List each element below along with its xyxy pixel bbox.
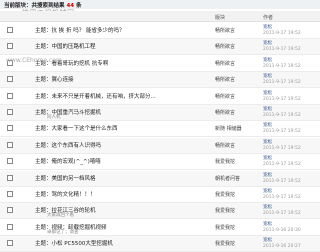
thread-subject-link[interactable]: 主题：中国重汽马斗挖掘机 bbox=[35, 108, 101, 116]
row-checkbox[interactable] bbox=[7, 174, 13, 181]
watermark-url: www.CEhome.com bbox=[6, 57, 62, 64]
column-forum-header: 版块 bbox=[215, 15, 226, 21]
forum-link[interactable]: 畅所欲言 bbox=[215, 60, 235, 67]
thread-subject-link[interactable]: 主题：这个东西有人识得吗 bbox=[35, 141, 101, 149]
thread-subject-link[interactable]: 主题：中国的压路机工程 bbox=[35, 42, 96, 50]
row-checkbox[interactable] bbox=[7, 191, 13, 197]
table-row[interactable]: 主题：大家看一下这个是什么东西 新随 相储器 宽松 2011-9-17 19:52 bbox=[0, 121, 320, 138]
table-header: 版块 作者 bbox=[0, 11, 320, 22]
forum-link[interactable]: 畅所欲言 bbox=[215, 109, 235, 116]
author-link[interactable]: 宽松 bbox=[263, 90, 272, 96]
author-link[interactable]: 宽松 bbox=[263, 221, 272, 227]
row-checkbox[interactable] bbox=[7, 158, 13, 165]
forum-link[interactable]: 我爱我挖 bbox=[215, 224, 235, 231]
post-time: 2011-9-17 19:52 bbox=[263, 113, 301, 118]
author-link[interactable]: 宽松 bbox=[263, 122, 272, 128]
post-time: 2011-9-17 19:52 bbox=[263, 129, 301, 135]
thread-subtitle: 同人机 bbox=[47, 115, 61, 120]
row-checkbox[interactable] bbox=[7, 76, 13, 83]
thread-subtitle: 卓都记了；调查 bbox=[47, 229, 79, 235]
forum-link[interactable]: 畅所欲言 bbox=[215, 142, 235, 149]
forum-link[interactable]: 我爱我挖 bbox=[215, 191, 235, 198]
row-checkbox[interactable] bbox=[7, 223, 13, 230]
thread-subject-link[interactable]: 主题：小松 PC5500大型挖掘机 bbox=[35, 239, 113, 247]
table-row[interactable]: 主题：翼心连接 畅所欲言 宽松 2011-9-17 19:52 bbox=[0, 72, 320, 89]
table-row[interactable]: 主题：拉花江三谷的轮机 大家再回个看 我爱我挖 宽松 2011-9-17 19:52 bbox=[0, 203, 320, 220]
post-time: 2011-9-17 19:52 bbox=[263, 211, 301, 217]
table-row[interactable]: 主题：俺的宏观(^_^)嘻嘻 我爱我挖 宽松 2011-9-17 19:52 bbox=[0, 154, 320, 171]
post-time: 2011-9-17 19:52 bbox=[263, 178, 301, 184]
row-checkbox[interactable] bbox=[7, 43, 13, 50]
table-row[interactable]: 主题：视频：卸载挖掘机视频 卓都记了；调查 我爱我挖 宽松 2011-9-16 20:3… bbox=[0, 220, 320, 236]
author-link[interactable]: 宽松 bbox=[263, 106, 272, 112]
table-row[interactable]: 主题：中国的压路机工程 畅所欲言 宽松 2011-9-17 19:52 bbox=[0, 39, 320, 56]
author-link[interactable]: 宽松 bbox=[263, 188, 272, 194]
author-link[interactable]: 宽松 bbox=[263, 155, 272, 161]
thread-subject-link[interactable]: 主题：大家看一下这个是什么东西 bbox=[35, 124, 118, 132]
author-link[interactable]: 宽松 bbox=[263, 40, 272, 46]
table-row[interactable]: 主题：这个东西有人识得吗 畅所欲言 宽松 2011-9-17 19:52 bbox=[0, 137, 320, 154]
forum-link[interactable]: 我爱我挖 bbox=[215, 240, 235, 247]
row-checkbox[interactable] bbox=[7, 92, 13, 99]
forum-link[interactable]: 我爱我挖 bbox=[215, 158, 235, 165]
forum-link[interactable]: 新随 相储器 bbox=[215, 125, 242, 132]
post-time: 2011-9-17 19:52 bbox=[263, 47, 301, 53]
forum-link[interactable]: 我爱我挖 bbox=[215, 207, 235, 214]
post-time: 2011-9-16 20:30 bbox=[263, 227, 301, 233]
thread-subject-link[interactable]: 主题：抗 挨 折 吗？ 能省多少的吗？ bbox=[35, 26, 125, 34]
table-row[interactable]: 主题：小松 PC5500大型挖掘机 我爱我挖 宽松 2011-9-16 20:27 bbox=[0, 236, 320, 252]
row-checkbox[interactable] bbox=[7, 240, 13, 247]
post-time: 2011-9-17 19:52 bbox=[263, 96, 301, 102]
post-time: 2011-9-17 19:52 bbox=[263, 145, 301, 151]
author-link[interactable]: 宽松 bbox=[263, 139, 272, 145]
row-checkbox[interactable] bbox=[7, 125, 13, 132]
author-link[interactable]: 宽松 bbox=[263, 24, 272, 30]
author-link[interactable]: 宽松 bbox=[263, 73, 272, 79]
forum-link[interactable]: 朝机者问答 bbox=[215, 175, 240, 182]
post-time: 2011-9-17 19:52 bbox=[263, 80, 301, 86]
row-checkbox[interactable] bbox=[7, 109, 13, 115]
thread-subject-link[interactable]: 主题：未来不只是开着机械，还有咱，挤大部分... bbox=[35, 92, 156, 100]
thread-subject-link[interactable]: 主题：美国的另一档风格 bbox=[35, 174, 96, 182]
post-time: 2011-9-17 19:52 bbox=[263, 31, 301, 36]
post-time: 2011-9-17 19:52 bbox=[263, 63, 301, 69]
thread-subject-link[interactable]: 主题：俺的宏观(^_^)嘻嘻 bbox=[35, 157, 101, 165]
post-time: 2011-9-17 19:52 bbox=[263, 195, 301, 200]
row-checkbox[interactable] bbox=[7, 141, 13, 148]
table-row[interactable]: 主题：驾的文化精！！！ 我爱我挖 宽松 2011-9-17 19:52 bbox=[0, 187, 320, 203]
post-time: 2011-9-16 20:27 bbox=[263, 244, 301, 250]
result-count-unit: 条 bbox=[76, 3, 82, 9]
forum-link[interactable]: 畅所欲言 bbox=[215, 43, 235, 50]
table-row[interactable]: 主题：美国的另一档风格 朝机者问答 宽松 2011-9-17 19:52 bbox=[0, 170, 320, 187]
table-row[interactable]: 主题：未来不只是开着机械，还有咱，挤大部分... 畅所欲言 宽松 2011-9-17 … bbox=[0, 89, 320, 105]
thread-subject-link[interactable]: 主题：翼心连接 bbox=[35, 75, 74, 83]
author-link[interactable]: 宽松 bbox=[263, 57, 272, 63]
author-link[interactable]: 宽松 bbox=[263, 172, 272, 178]
author-link[interactable]: 宽松 bbox=[263, 204, 272, 210]
table-row[interactable]: 主题：中国重汽马斗挖掘机 同人机 畅所欲言 宽松 2011-9-17 19:52 bbox=[0, 105, 320, 121]
forum-link[interactable]: 畅所欲言 bbox=[215, 76, 235, 83]
thread-subject-link[interactable]: 主题：驾的文化精！！！ bbox=[35, 190, 96, 198]
table-row[interactable]: 主题：抗 挨 折 吗？ 能省多少的吗？ 畅所欲言 宽松 2011-9-17 19:52 bbox=[0, 23, 320, 39]
column-author-header: 作者 bbox=[263, 15, 274, 21]
forum-link[interactable]: 畅所欲言 bbox=[215, 93, 235, 100]
row-checkbox[interactable] bbox=[7, 207, 13, 214]
row-checkbox[interactable] bbox=[7, 27, 13, 33]
author-link[interactable]: 宽松 bbox=[263, 237, 272, 243]
forum-link[interactable]: 畅所欲言 bbox=[215, 27, 235, 34]
post-time: 2011-9-17 19:52 bbox=[263, 162, 301, 168]
thread-subtitle: 大家再回个看 bbox=[47, 213, 74, 219]
